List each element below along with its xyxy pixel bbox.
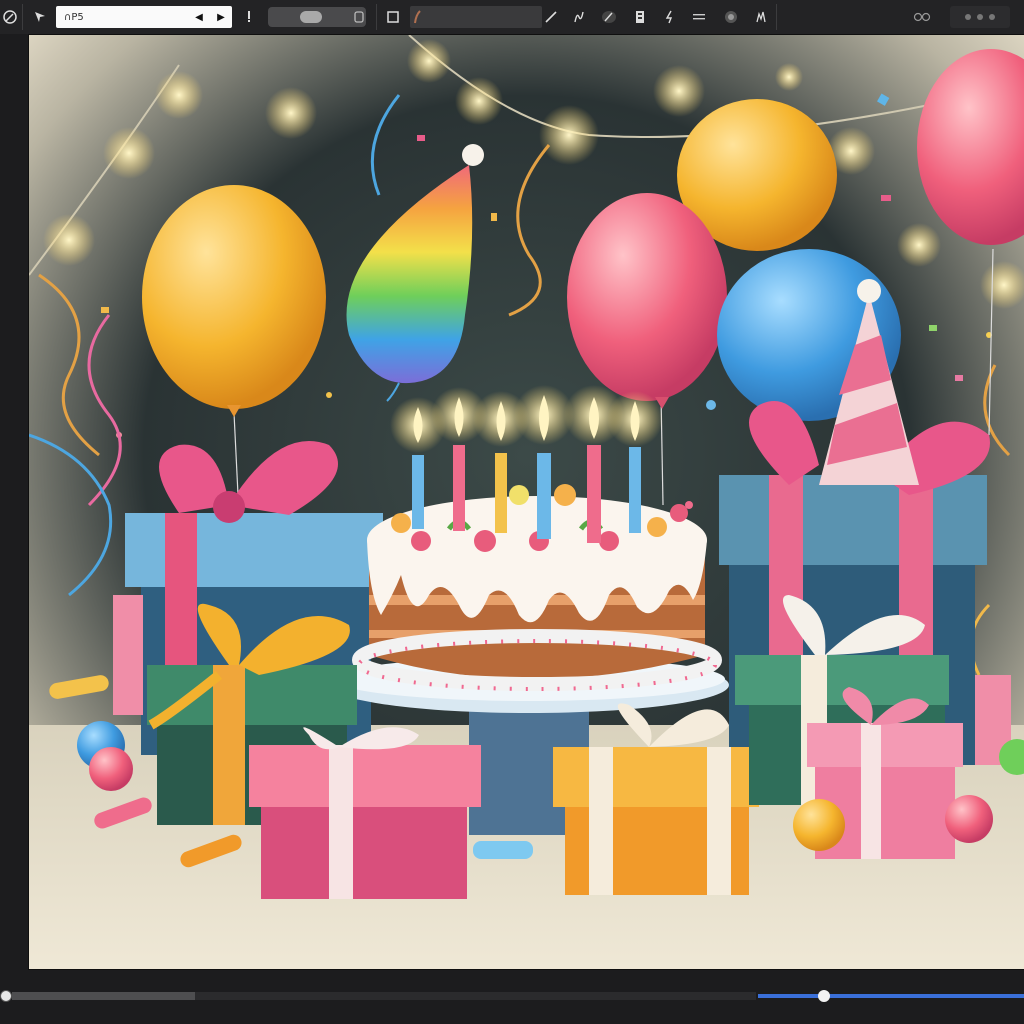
select-icon[interactable] [660, 6, 680, 28]
canvas-area [0, 34, 1024, 986]
navigator-icon[interactable] [0, 990, 12, 1002]
opacity-slider-knob[interactable] [300, 11, 322, 23]
lines-icon[interactable] [688, 6, 710, 28]
wave-icon[interactable] [568, 6, 590, 28]
smudge-icon[interactable] [630, 6, 650, 28]
gift-box-pink-small-left [113, 595, 143, 715]
brush-icon[interactable] [0, 6, 20, 28]
top-toolbar: ∩P5 ◀ ▶ [0, 0, 1024, 35]
document-name: ∩P5 [64, 11, 84, 23]
lasso-icon[interactable] [750, 6, 772, 28]
toolbar-divider [22, 4, 23, 30]
zoom-slider[interactable] [758, 994, 1024, 998]
gift-box-pink-front [249, 727, 481, 899]
next-document-button[interactable]: ▶ [210, 12, 232, 23]
birthday-illustration [29, 35, 1024, 969]
zoom-slider-knob[interactable] [818, 990, 830, 1002]
fill-icon[interactable] [720, 6, 742, 28]
frame-icon[interactable] [384, 6, 402, 28]
toolbar-divider [776, 4, 777, 30]
toolbar-divider [376, 4, 377, 30]
document-selector[interactable]: ∩P5 ◀ ▶ [56, 6, 232, 28]
bottom-bar [0, 986, 1024, 1024]
move-icon[interactable] [30, 6, 50, 28]
horizontal-scrollbar-thumb[interactable] [12, 992, 195, 1000]
prev-document-button[interactable]: ◀ [188, 12, 210, 23]
pin-icon[interactable] [242, 6, 256, 28]
brush-preset-field[interactable] [410, 6, 542, 28]
artwork-canvas[interactable] [28, 34, 1024, 970]
pen-icon[interactable] [540, 6, 562, 28]
view-icon[interactable] [908, 6, 936, 28]
grid-icon[interactable] [950, 6, 1010, 28]
eraser-icon[interactable] [598, 6, 620, 28]
layer-icon[interactable] [350, 6, 368, 28]
